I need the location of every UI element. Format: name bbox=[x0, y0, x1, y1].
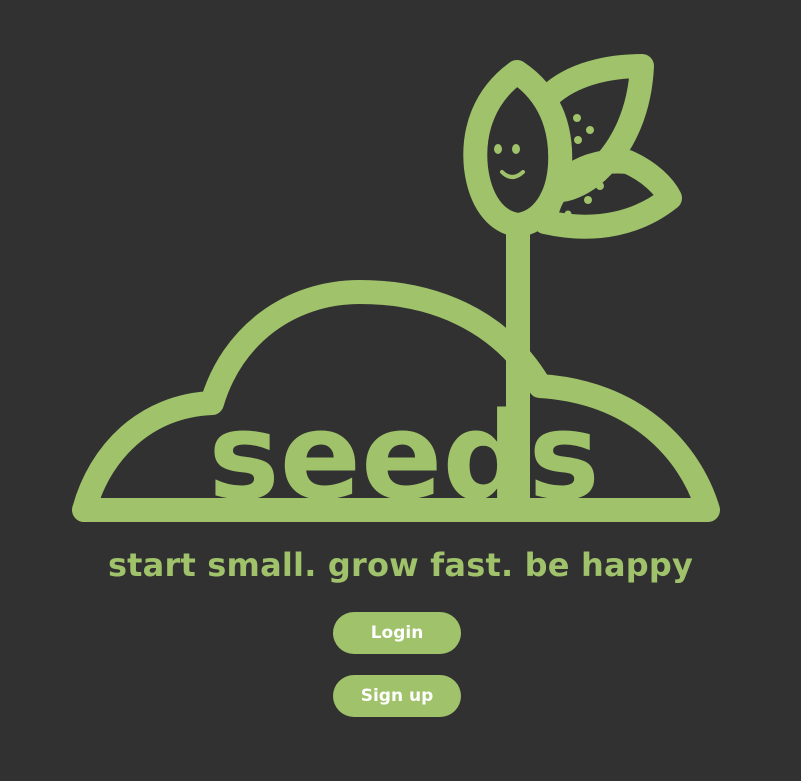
tagline: start small. grow fast. be happy bbox=[107, 546, 694, 584]
seeds-logo: seeds bbox=[72, 54, 720, 527]
leaf-icon bbox=[533, 149, 682, 239]
logo-word: seeds bbox=[208, 388, 600, 527]
landing-page: seeds start small. grow fast. be happy L… bbox=[0, 0, 801, 781]
signup-button[interactable]: Sign up bbox=[333, 675, 461, 717]
login-button[interactable]: Login bbox=[333, 612, 461, 654]
